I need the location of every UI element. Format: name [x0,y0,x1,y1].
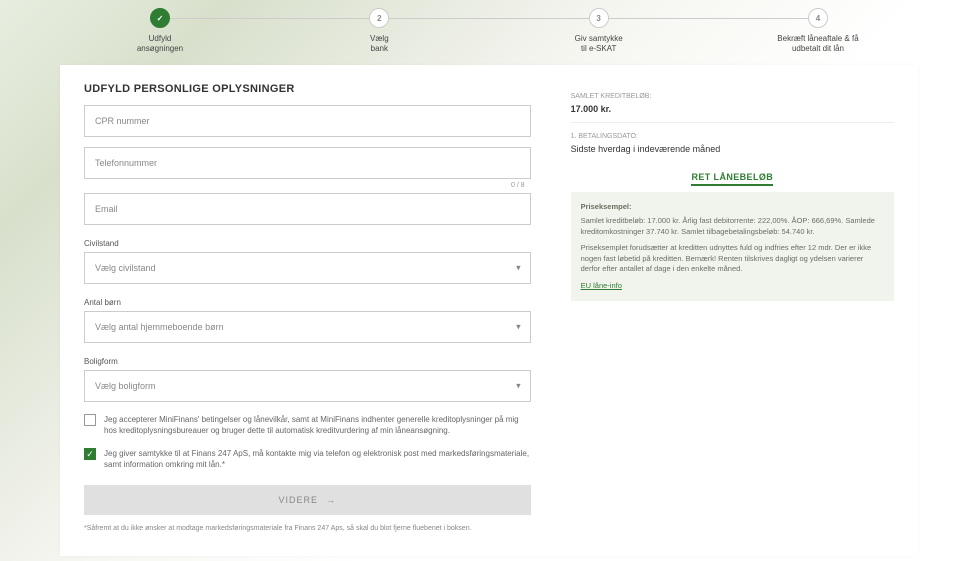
form-column: UDFYLD PERSONLIGE OPLYSNINGER 0 / 8 Civi… [84,83,531,532]
progress-stepper: ✓ Udfyld ansøgningen 2 Vælg bank 3 Giv s… [0,0,978,65]
phone-input[interactable] [84,147,531,179]
step-circle-2: 2 [369,8,389,28]
children-select[interactable]: Vælg antal hjemmeboende børn [84,311,531,343]
cpr-input[interactable] [84,105,531,137]
step-circle-4: 4 [808,8,828,28]
pay-value: Sidste hverdag i indeværende måned [571,144,894,154]
step-3: 3 Giv samtykke til e-SKAT [539,8,659,55]
submit-button[interactable]: VIDERE → [84,485,531,515]
housing-select[interactable]: Vælg boligform [84,370,531,402]
pay-label: 1. BETALINGSDATO: [571,133,894,140]
phone-counter: 0 / 8 [511,182,525,189]
step-label-4: Bekræft låneaftale & få udbetalt dit lån [758,34,878,55]
step-label-3: Giv samtykke til e-SKAT [539,34,659,55]
marketing-checkbox[interactable]: ✓ [84,448,96,460]
form-heading: UDFYLD PERSONLIGE OPLYSNINGER [84,83,531,95]
children-label: Antal børn [84,298,531,307]
marketing-text: Jeg giver samtykke til at Finans 247 ApS… [104,448,531,470]
summary-column: SAMLET KREDITBELØB: 17.000 kr. 1. BETALI… [571,83,894,532]
step-circle-3: 3 [589,8,609,28]
terms-text: Jeg accepterer MiniFinans' betingelser o… [104,414,531,436]
example-line-1: Samlet kreditbeløb: 17.000 kr. Årlig fas… [581,216,884,237]
arrow-right-icon: → [326,495,336,505]
housing-label: Boligform [84,357,531,366]
civil-label: Civilstand [84,239,531,248]
credit-label: SAMLET KREDITBELØB: [571,93,894,100]
step-4: 4 Bekræft låneaftale & få udbetalt dit l… [758,8,878,55]
credit-value: 17.000 kr. [571,104,894,114]
email-input[interactable] [84,193,531,225]
submit-label: VIDERE [279,495,319,505]
example-line-2: Priseksemplet forudsætter at kreditten u… [581,243,884,275]
divider [571,122,894,123]
terms-checkbox[interactable] [84,414,96,426]
step-circle-1: ✓ [150,8,170,28]
stepper-line [160,18,818,19]
edit-amount-link[interactable]: RET LÅNEBELØB [691,162,773,186]
eu-loan-info-link[interactable]: EU låne-info [581,281,622,290]
civil-select[interactable]: Vælg civilstand [84,252,531,284]
step-label-2: Vælg bank [319,34,439,55]
step-label-1: Udfyld ansøgningen [100,34,220,55]
price-example-box: Priseksempel: Samlet kreditbeløb: 17.000… [571,192,894,302]
step-1: ✓ Udfyld ansøgningen [100,8,220,55]
example-title: Priseksempel: [581,202,884,213]
step-2: 2 Vælg bank [319,8,439,55]
main-card: UDFYLD PERSONLIGE OPLYSNINGER 0 / 8 Civi… [60,65,918,556]
footnote: *Såfremt at du ikke ønsker at modtage ma… [84,525,531,532]
